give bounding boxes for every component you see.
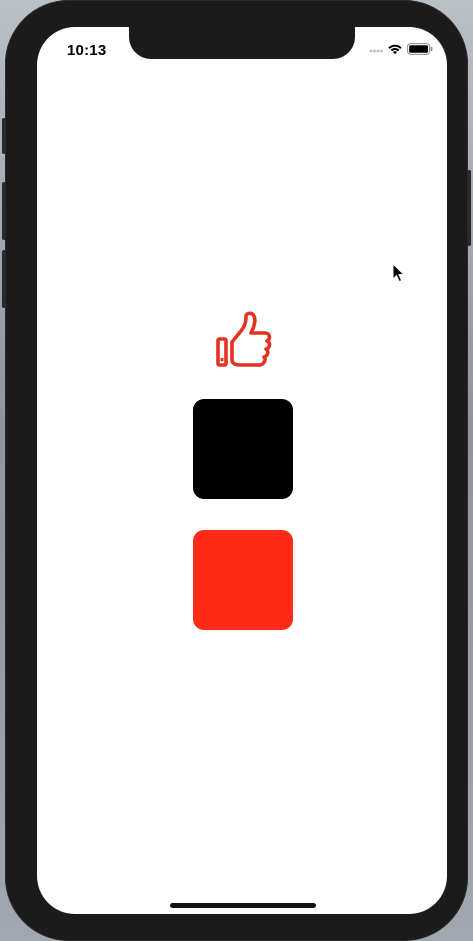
- power-button: [467, 170, 471, 246]
- volume-up-button: [2, 182, 6, 240]
- thumbs-up-icon[interactable]: [214, 311, 274, 371]
- red-square[interactable]: [193, 530, 293, 630]
- mute-switch: [2, 118, 6, 154]
- main-content: [37, 27, 447, 914]
- volume-down-button: [2, 250, 6, 308]
- mouse-cursor-icon: [392, 262, 406, 283]
- black-square[interactable]: [193, 399, 293, 499]
- home-indicator[interactable]: [170, 903, 316, 908]
- iphone-device-frame: 10:13: [2, 0, 471, 941]
- phone-screen: 10:13: [37, 27, 447, 914]
